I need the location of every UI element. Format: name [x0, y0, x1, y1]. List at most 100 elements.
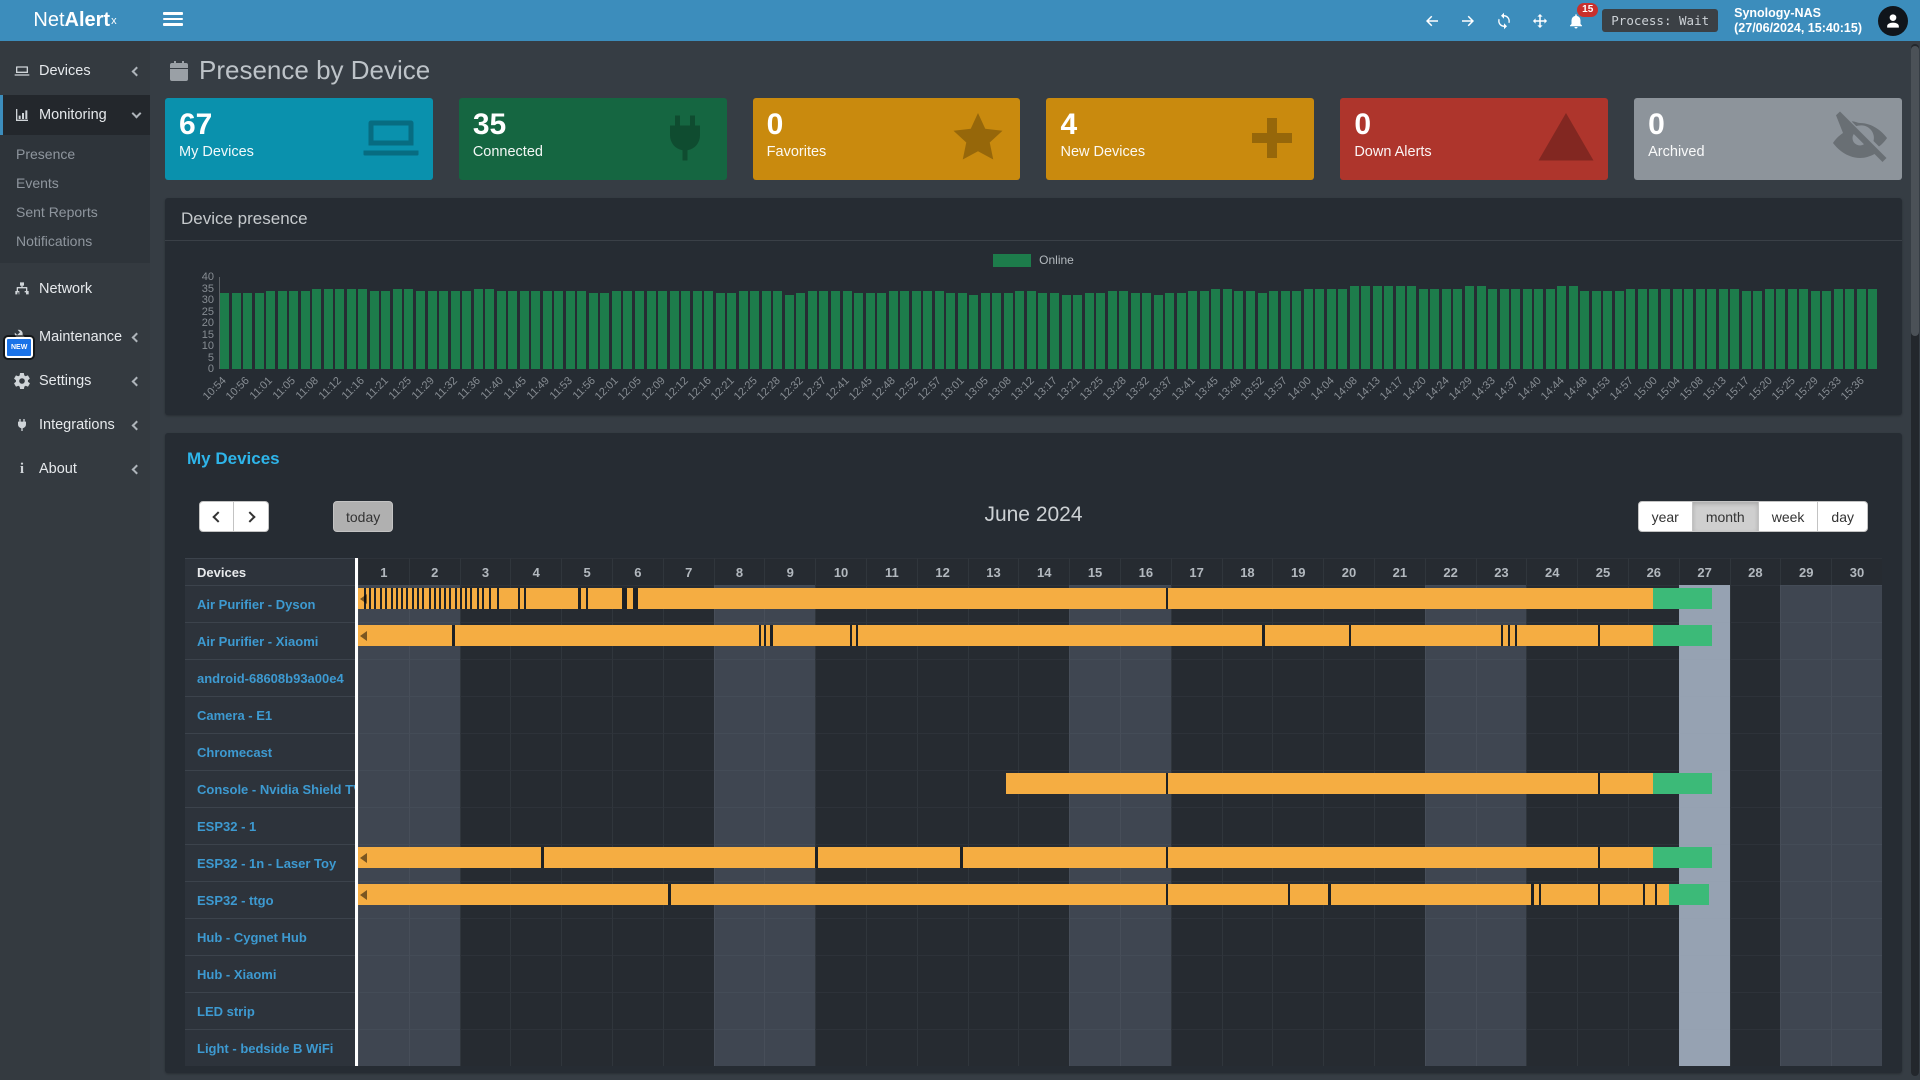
- day-cell: [1526, 1029, 1577, 1066]
- view-week-button[interactable]: week: [1758, 501, 1819, 532]
- day-cell: [561, 992, 612, 1029]
- sidebar-item-devices[interactable]: Devices: [0, 51, 150, 91]
- device-name-link[interactable]: Air Purifier - Xiaomi: [185, 622, 355, 659]
- chart-bar: [1673, 289, 1682, 370]
- day-cell: [1222, 659, 1273, 696]
- notifications-bell-icon[interactable]: 15: [1566, 11, 1586, 31]
- notification-count-badge: 15: [1577, 3, 1598, 17]
- device-name-link[interactable]: Hub - Cygnet Hub: [185, 918, 355, 955]
- chart-bar: [969, 295, 978, 369]
- device-name-link[interactable]: Hub - Xiaomi: [185, 955, 355, 992]
- day-cell: [815, 992, 866, 1029]
- chart-bar: [819, 291, 828, 369]
- presence-bar: [358, 625, 1882, 646]
- day-cell: [714, 918, 765, 955]
- chevron-left-icon: [132, 332, 142, 342]
- devices-column-header: Devices: [185, 558, 355, 585]
- chart-bar: [843, 291, 852, 369]
- submenu-item-notifications[interactable]: Notifications: [0, 226, 150, 255]
- card-connected[interactable]: 35 Connected: [459, 98, 727, 180]
- device-name-link[interactable]: Camera - E1: [185, 696, 355, 733]
- device-timeline-lane: [355, 696, 1882, 733]
- day-cell: [1374, 955, 1425, 992]
- day-cell: [1222, 955, 1273, 992]
- view-month-button[interactable]: month: [1692, 501, 1759, 532]
- scrollbar-thumb[interactable]: [1911, 46, 1919, 336]
- day-cell: [1425, 659, 1476, 696]
- sidebar-item-network[interactable]: Network: [0, 269, 150, 309]
- sidebar-item-label: Monitoring: [39, 107, 133, 123]
- day-cell: [663, 733, 714, 770]
- chart-bar: [1373, 286, 1382, 369]
- device-name-link[interactable]: ESP32 - ttgo: [185, 881, 355, 918]
- presence-gap: [1328, 884, 1331, 905]
- laptop-icon: [13, 62, 31, 80]
- presence-gap: [668, 884, 671, 905]
- card-favorites[interactable]: 0 Favorites: [753, 98, 1021, 180]
- legend-swatch-online: [993, 254, 1031, 267]
- back-arrow-icon[interactable]: [1422, 11, 1442, 31]
- forward-arrow-icon[interactable]: [1458, 11, 1478, 31]
- submenu-item-events[interactable]: Events: [0, 168, 150, 197]
- day-cell: [866, 992, 917, 1029]
- day-cell: [1018, 1029, 1069, 1066]
- sidebar-item-about[interactable]: i About: [0, 449, 150, 489]
- card-new-devices[interactable]: 4 New Devices: [1046, 98, 1314, 180]
- device-name-link[interactable]: android-68608b93a00e4: [185, 659, 355, 696]
- chart-bar: [912, 291, 921, 369]
- laptop-icon: [361, 108, 421, 168]
- user-avatar[interactable]: [1878, 6, 1908, 36]
- submenu-item-sent-reports[interactable]: Sent Reports: [0, 197, 150, 226]
- sidebar-toggle-icon[interactable]: [163, 12, 183, 28]
- device-name-link[interactable]: LED strip: [185, 992, 355, 1029]
- card-down-alerts[interactable]: 0 Down Alerts: [1340, 98, 1608, 180]
- device-name-link[interactable]: Light - bedside B WiFi: [185, 1029, 355, 1066]
- presence-bar-segment-online_now: [1653, 773, 1711, 794]
- legend-label: Online: [1039, 253, 1074, 267]
- sidebar-item-monitoring[interactable]: Monitoring: [0, 95, 150, 135]
- chart-bar: [1730, 289, 1739, 370]
- presence-bar-segment-online_now: [1653, 847, 1711, 868]
- device-name-link[interactable]: ESP32 - 1n - Laser Toy: [185, 844, 355, 881]
- device-name-link[interactable]: Air Purifier - Dyson: [185, 585, 355, 622]
- plug-icon: [13, 416, 31, 434]
- view-day-button[interactable]: day: [1817, 501, 1868, 532]
- card-my-devices[interactable]: 67 My Devices: [165, 98, 433, 180]
- day-cell: [968, 733, 1019, 770]
- page-title: Presence by Device: [199, 55, 430, 86]
- day-number-header: 17: [1171, 558, 1222, 585]
- chart-bar: [1177, 293, 1186, 369]
- sidebar-nav: Devices Monitoring Presence Events Sent …: [0, 41, 150, 1080]
- view-year-button[interactable]: year: [1638, 501, 1693, 532]
- chart-bar: [1442, 289, 1451, 370]
- calendar-toolbar: today June 2024 year month week day: [185, 501, 1882, 532]
- device-name-link[interactable]: ESP32 - 1: [185, 807, 355, 844]
- day-cell: [1780, 1029, 1831, 1066]
- presence-gap: [439, 588, 441, 609]
- chart-bar: [600, 293, 609, 369]
- card-archived[interactable]: 0 Archived: [1634, 98, 1902, 180]
- submenu-item-presence[interactable]: Presence: [0, 139, 150, 168]
- chart-bar: [1200, 291, 1209, 369]
- day-cell: [1476, 955, 1527, 992]
- chart-legend[interactable]: Online: [181, 253, 1886, 267]
- sidebar-item-label: Network: [39, 281, 140, 297]
- fullscreen-move-icon[interactable]: [1530, 11, 1550, 31]
- host-datetime: (27/06/2024, 15:40:15): [1734, 21, 1862, 36]
- device-name-link[interactable]: Chromecast: [185, 733, 355, 770]
- day-cell: [1476, 992, 1527, 1029]
- day-number-header: 22: [1425, 558, 1476, 585]
- day-cell: [764, 1029, 815, 1066]
- chart-bar: [1281, 291, 1290, 369]
- presence-gap: [633, 588, 638, 609]
- device-timeline-lane: [355, 992, 1882, 1029]
- presence-bar-segment-online_now: [1669, 884, 1710, 905]
- sidebar-item-settings[interactable]: Settings: [0, 361, 150, 401]
- app-logo[interactable]: NetAlertx: [0, 0, 150, 41]
- chart-x-axis-labels: 10:5410:5611:0111:0511:0811:1211:1611:21…: [219, 369, 1880, 411]
- device-name-link[interactable]: Console - Nvidia Shield TV: [185, 770, 355, 807]
- refresh-icon[interactable]: [1494, 11, 1514, 31]
- sidebar-item-integrations[interactable]: Integrations: [0, 405, 150, 445]
- day-cell: [1425, 955, 1476, 992]
- day-cell: [409, 955, 460, 992]
